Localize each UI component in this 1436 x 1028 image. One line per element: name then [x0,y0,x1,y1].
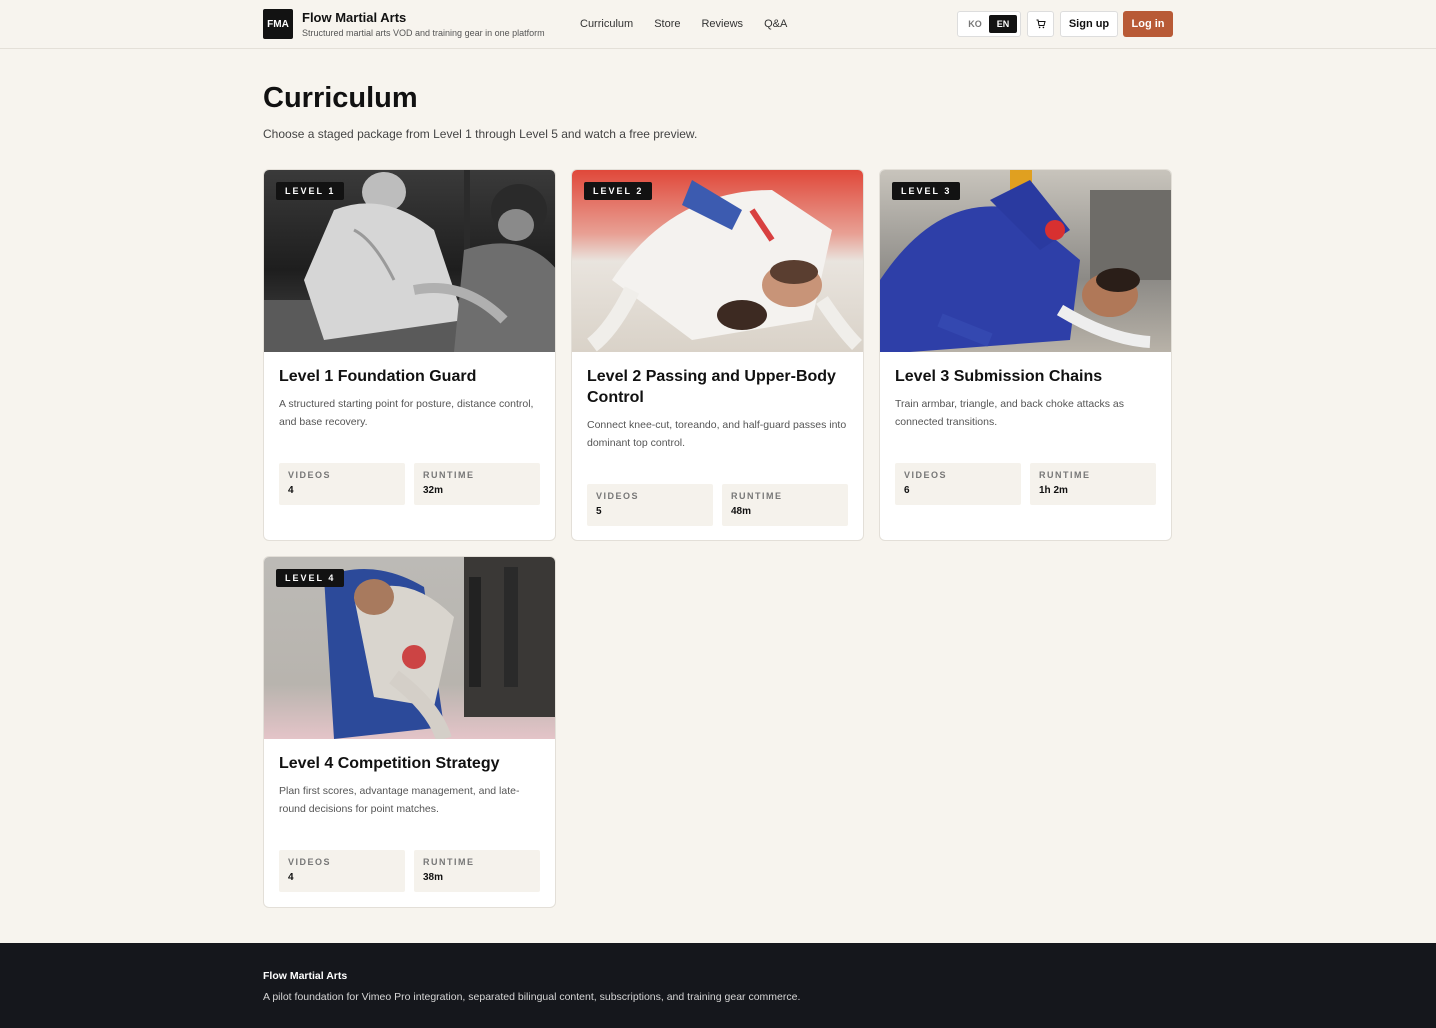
course-description: Plan first scores, advantage management,… [279,785,520,815]
level-badge: LEVEL 1 [276,182,345,200]
nav-qa[interactable]: Q&A [764,18,787,30]
course-stats: VIDEOS 4 RUNTIME 38m [279,850,540,892]
nav-reviews[interactable]: Reviews [701,18,743,30]
course-image[interactable]: LEVEL 4 [264,557,555,739]
footer-text: A pilot foundation for Vimeo Pro integra… [263,991,801,1003]
nav-curriculum[interactable]: Curriculum [580,18,633,30]
runtime-label: RUNTIME [423,857,475,867]
videos-stat: VIDEOS 4 [279,850,405,892]
site-header: FMA Flow Martial Arts Structured martial… [0,0,1436,49]
brand-title[interactable]: Flow Martial Arts [302,10,406,25]
course-description: A structured starting point for posture,… [279,398,534,428]
page-title: Curriculum [263,82,418,114]
nav-store[interactable]: Store [654,18,680,30]
runtime-value: 1h 2m [1039,485,1068,496]
videos-stat: VIDEOS 6 [895,463,1021,505]
videos-count: 6 [904,485,910,496]
signup-button[interactable]: Sign up [1060,11,1118,37]
course-title[interactable]: Level 2 Passing and Upper-Body Control [587,366,848,408]
runtime-value: 32m [423,485,444,496]
level-badge: LEVEL 2 [584,182,653,200]
runtime-value: 48m [731,506,752,517]
login-button[interactable]: Log in [1123,11,1173,37]
course-card-level-1[interactable]: LEVEL 1 Level 1 Foundation Guard A struc… [263,169,556,541]
runtime-stat: RUNTIME 48m [722,484,848,526]
videos-label: VIDEOS [288,857,332,867]
runtime-label: RUNTIME [731,491,783,501]
course-description: Train armbar, triangle, and back choke a… [895,398,1124,428]
site-footer: Flow Martial Arts A pilot foundation for… [0,943,1436,1028]
videos-label: VIDEOS [596,491,640,501]
cart-button[interactable] [1027,11,1054,37]
runtime-label: RUNTIME [1039,470,1091,480]
course-card-level-2[interactable]: LEVEL 2 Level 2 Passing and Upper-Body C… [571,169,864,541]
course-image[interactable]: LEVEL 3 [880,170,1171,352]
videos-label: VIDEOS [904,470,948,480]
main-nav: Curriculum Store Reviews Q&A [580,18,808,30]
level-badge: LEVEL 4 [276,569,345,587]
footer-title: Flow Martial Arts [263,970,348,982]
course-stats: VIDEOS 4 RUNTIME 32m [279,463,540,505]
language-switch: KO EN [957,11,1021,37]
course-title[interactable]: Level 1 Foundation Guard [279,366,540,387]
level-badge: LEVEL 3 [892,182,961,200]
course-image[interactable]: LEVEL 2 [572,170,863,352]
videos-count: 5 [596,506,602,517]
brand-subtitle: Structured martial arts VOD and training… [302,28,545,38]
videos-label: VIDEOS [288,470,332,480]
course-title[interactable]: Level 4 Competition Strategy [279,753,540,774]
course-stats: VIDEOS 6 RUNTIME 1h 2m [895,463,1156,505]
logo[interactable]: FMA [263,9,293,39]
page-subtitle: Choose a staged package from Level 1 thr… [263,127,698,141]
lang-en-button[interactable]: EN [989,15,1017,33]
course-title[interactable]: Level 3 Submission Chains [895,366,1156,387]
course-description: Connect knee-cut, toreando, and half-gua… [587,419,847,449]
runtime-stat: RUNTIME 1h 2m [1030,463,1156,505]
lang-ko-button[interactable]: KO [961,15,989,33]
videos-stat: VIDEOS 4 [279,463,405,505]
course-stats: VIDEOS 5 RUNTIME 48m [587,484,848,526]
runtime-value: 38m [423,872,444,883]
course-card-level-4[interactable]: LEVEL 4 Level 4 Competition Strategy Pla… [263,556,556,908]
course-image[interactable]: LEVEL 1 [264,170,555,352]
runtime-label: RUNTIME [423,470,475,480]
videos-count: 4 [288,872,294,883]
runtime-stat: RUNTIME 38m [414,850,540,892]
course-card-level-3[interactable]: LEVEL 3 Level 3 Submission Chains Train … [879,169,1172,541]
runtime-stat: RUNTIME 32m [414,463,540,505]
cart-icon [1036,19,1046,29]
videos-count: 4 [288,485,294,496]
videos-stat: VIDEOS 5 [587,484,713,526]
